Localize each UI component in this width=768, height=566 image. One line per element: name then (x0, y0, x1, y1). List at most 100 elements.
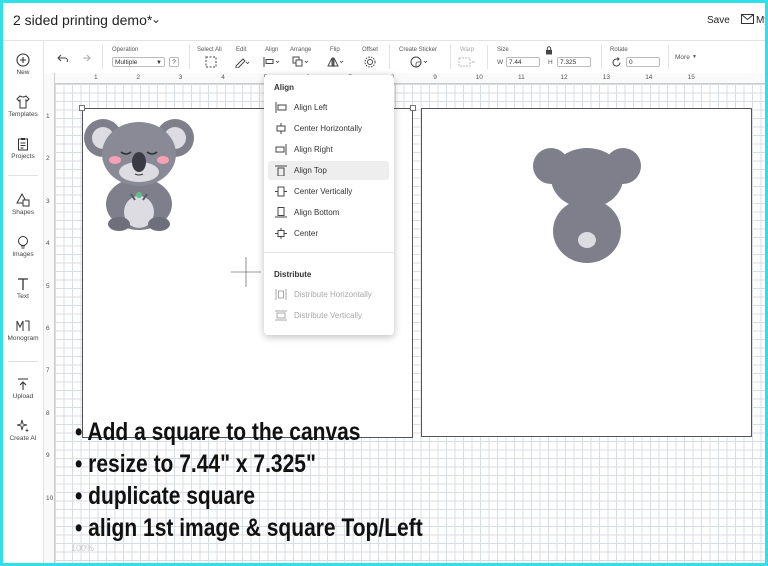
sticker-icon[interactable] (410, 56, 430, 68)
align-left-item[interactable]: Align Left (268, 98, 389, 117)
document-title[interactable]: 2 sided printing demo* (13, 12, 152, 28)
align-heading: Align (274, 83, 294, 92)
toolbar-divider (450, 45, 451, 69)
ruler-number: 2 (46, 155, 50, 163)
ruler-number: 15 (687, 74, 695, 81)
ruler-vertical (44, 73, 55, 563)
align-left-icon (275, 102, 287, 113)
sidebar-item-monogram[interactable]: Monogram (3, 319, 43, 342)
toolbar-divider (601, 45, 602, 69)
sidebar-item-label: Create AI (9, 435, 37, 442)
distribute-vertically-item[interactable]: Distribute Vertically (268, 306, 389, 325)
sparkle-icon (16, 419, 29, 433)
select-all-icon[interactable] (205, 56, 217, 68)
sidebar-item-label: Shapes (11, 209, 35, 216)
rotate-label: Rotate (610, 47, 628, 53)
app-header: 2 sided printing demo* ⌄ Save My (3, 3, 765, 41)
align-icon[interactable] (263, 56, 281, 68)
align-right-item[interactable]: Align Right (268, 140, 389, 159)
ruler-number: 13 (602, 74, 611, 81)
create-sticker-label: Create Sticker (399, 47, 438, 53)
width-input[interactable]: 7.44 (506, 57, 540, 67)
operation-value: Multiple (115, 59, 138, 66)
dropdown-arrow-icon: ▼ (156, 60, 162, 66)
offset-label: Offset (362, 47, 378, 53)
center-item[interactable]: Center (268, 224, 389, 243)
menu-item-label: Align Bottom (294, 208, 340, 217)
shapes-icon (16, 193, 30, 207)
top-toolbar: Operation Multiple ▼ ? Select All Edit A… (44, 41, 765, 74)
rotate-input[interactable]: 0 (626, 57, 660, 67)
sidebar-item-projects[interactable]: Projects (3, 137, 43, 160)
offset-icon[interactable] (364, 56, 380, 68)
warp-icon[interactable] (458, 56, 478, 68)
undo-icon[interactable] (57, 54, 68, 62)
ruler-number: 12 (560, 74, 568, 81)
ruler-number: 10 (46, 494, 54, 502)
left-sidebar: New Templates Projects Shapes Images Tex… (3, 41, 44, 563)
select-all-label: Select All (197, 47, 222, 53)
pencil-icon[interactable] (234, 56, 250, 68)
ruler-number: 1 (94, 74, 98, 81)
arrange-icon[interactable] (292, 56, 310, 68)
height-value: 7.325 (560, 59, 577, 66)
toolbar-divider (102, 45, 103, 69)
menu-item-label: Center (294, 229, 319, 238)
align-top-icon (275, 165, 287, 176)
ruler-number: 14 (645, 74, 653, 81)
center-icon (275, 228, 287, 239)
redo-icon[interactable] (80, 54, 91, 62)
operation-select[interactable]: Multiple ▼ (112, 57, 165, 67)
more-button[interactable]: More (675, 54, 690, 61)
lock-icon[interactable] (545, 46, 553, 55)
resize-handle[interactable] (410, 105, 416, 111)
koala-back-image[interactable] (531, 143, 643, 265)
instruction-overlay: • Add a square to the canvas • resize to… (75, 416, 489, 544)
sidebar-item-images[interactable]: Images (3, 235, 43, 258)
save-button[interactable]: Save (707, 15, 730, 26)
ruler-number: 7 (46, 367, 50, 375)
my-projects-link[interactable]: My (756, 15, 765, 26)
ruler-number: 8 (46, 409, 50, 417)
ruler-number: 6 (46, 325, 50, 332)
rotate-icon[interactable] (611, 57, 622, 68)
chevron-down-icon[interactable]: ⌄ (151, 12, 161, 26)
plus-circle-icon (16, 53, 30, 67)
align-bottom-item[interactable]: Align Bottom (268, 203, 389, 222)
center-horizontally-item[interactable]: Center Horizontally (268, 119, 389, 138)
upload-icon (18, 378, 28, 390)
zoom-level[interactable]: 100% (71, 543, 94, 553)
sidebar-item-new[interactable]: New (3, 53, 43, 76)
flip-icon[interactable] (327, 56, 345, 68)
sidebar-item-create-ai[interactable]: Create AI (3, 419, 43, 442)
sidebar-item-label: Upload (12, 393, 34, 400)
sidebar-item-label: Monogram (7, 335, 39, 342)
koala-front-image[interactable] (83, 110, 195, 234)
sidebar-item-text[interactable]: Text (3, 277, 43, 300)
sidebar-divider (8, 175, 38, 176)
menu-item-label: Center Horizontally (294, 124, 363, 133)
menu-item-label: Align Left (294, 103, 328, 112)
distribute-horizontally-item[interactable]: Distribute Horizontally (268, 285, 389, 304)
center-vertically-icon (275, 186, 287, 197)
sidebar-item-shapes[interactable]: Shapes (3, 193, 43, 216)
help-button[interactable]: ? (169, 57, 179, 67)
align-top-item[interactable]: Align Top (268, 161, 389, 180)
sidebar-item-upload[interactable]: Upload (3, 377, 43, 400)
ruler-number: 1 (46, 113, 50, 120)
flip-label: Flip (330, 47, 340, 53)
sidebar-divider (8, 361, 38, 362)
instruction-line: • align 1st image & square Top/Left (75, 514, 423, 542)
ruler-number: 2 (136, 74, 141, 81)
ruler-number: 4 (46, 240, 50, 248)
height-input[interactable]: 7.325 (557, 57, 591, 67)
width-value: 7.44 (509, 59, 522, 66)
mail-icon[interactable] (741, 14, 754, 24)
center-vertically-item[interactable]: Center Vertically (268, 182, 389, 201)
sidebar-item-templates[interactable]: Templates (3, 95, 43, 118)
distribute-horizontally-icon (275, 289, 287, 300)
menu-item-label: Distribute Vertically (294, 311, 363, 320)
ruler-number: 9 (46, 452, 50, 460)
menu-divider (264, 252, 394, 253)
ruler-number: 3 (178, 74, 183, 81)
